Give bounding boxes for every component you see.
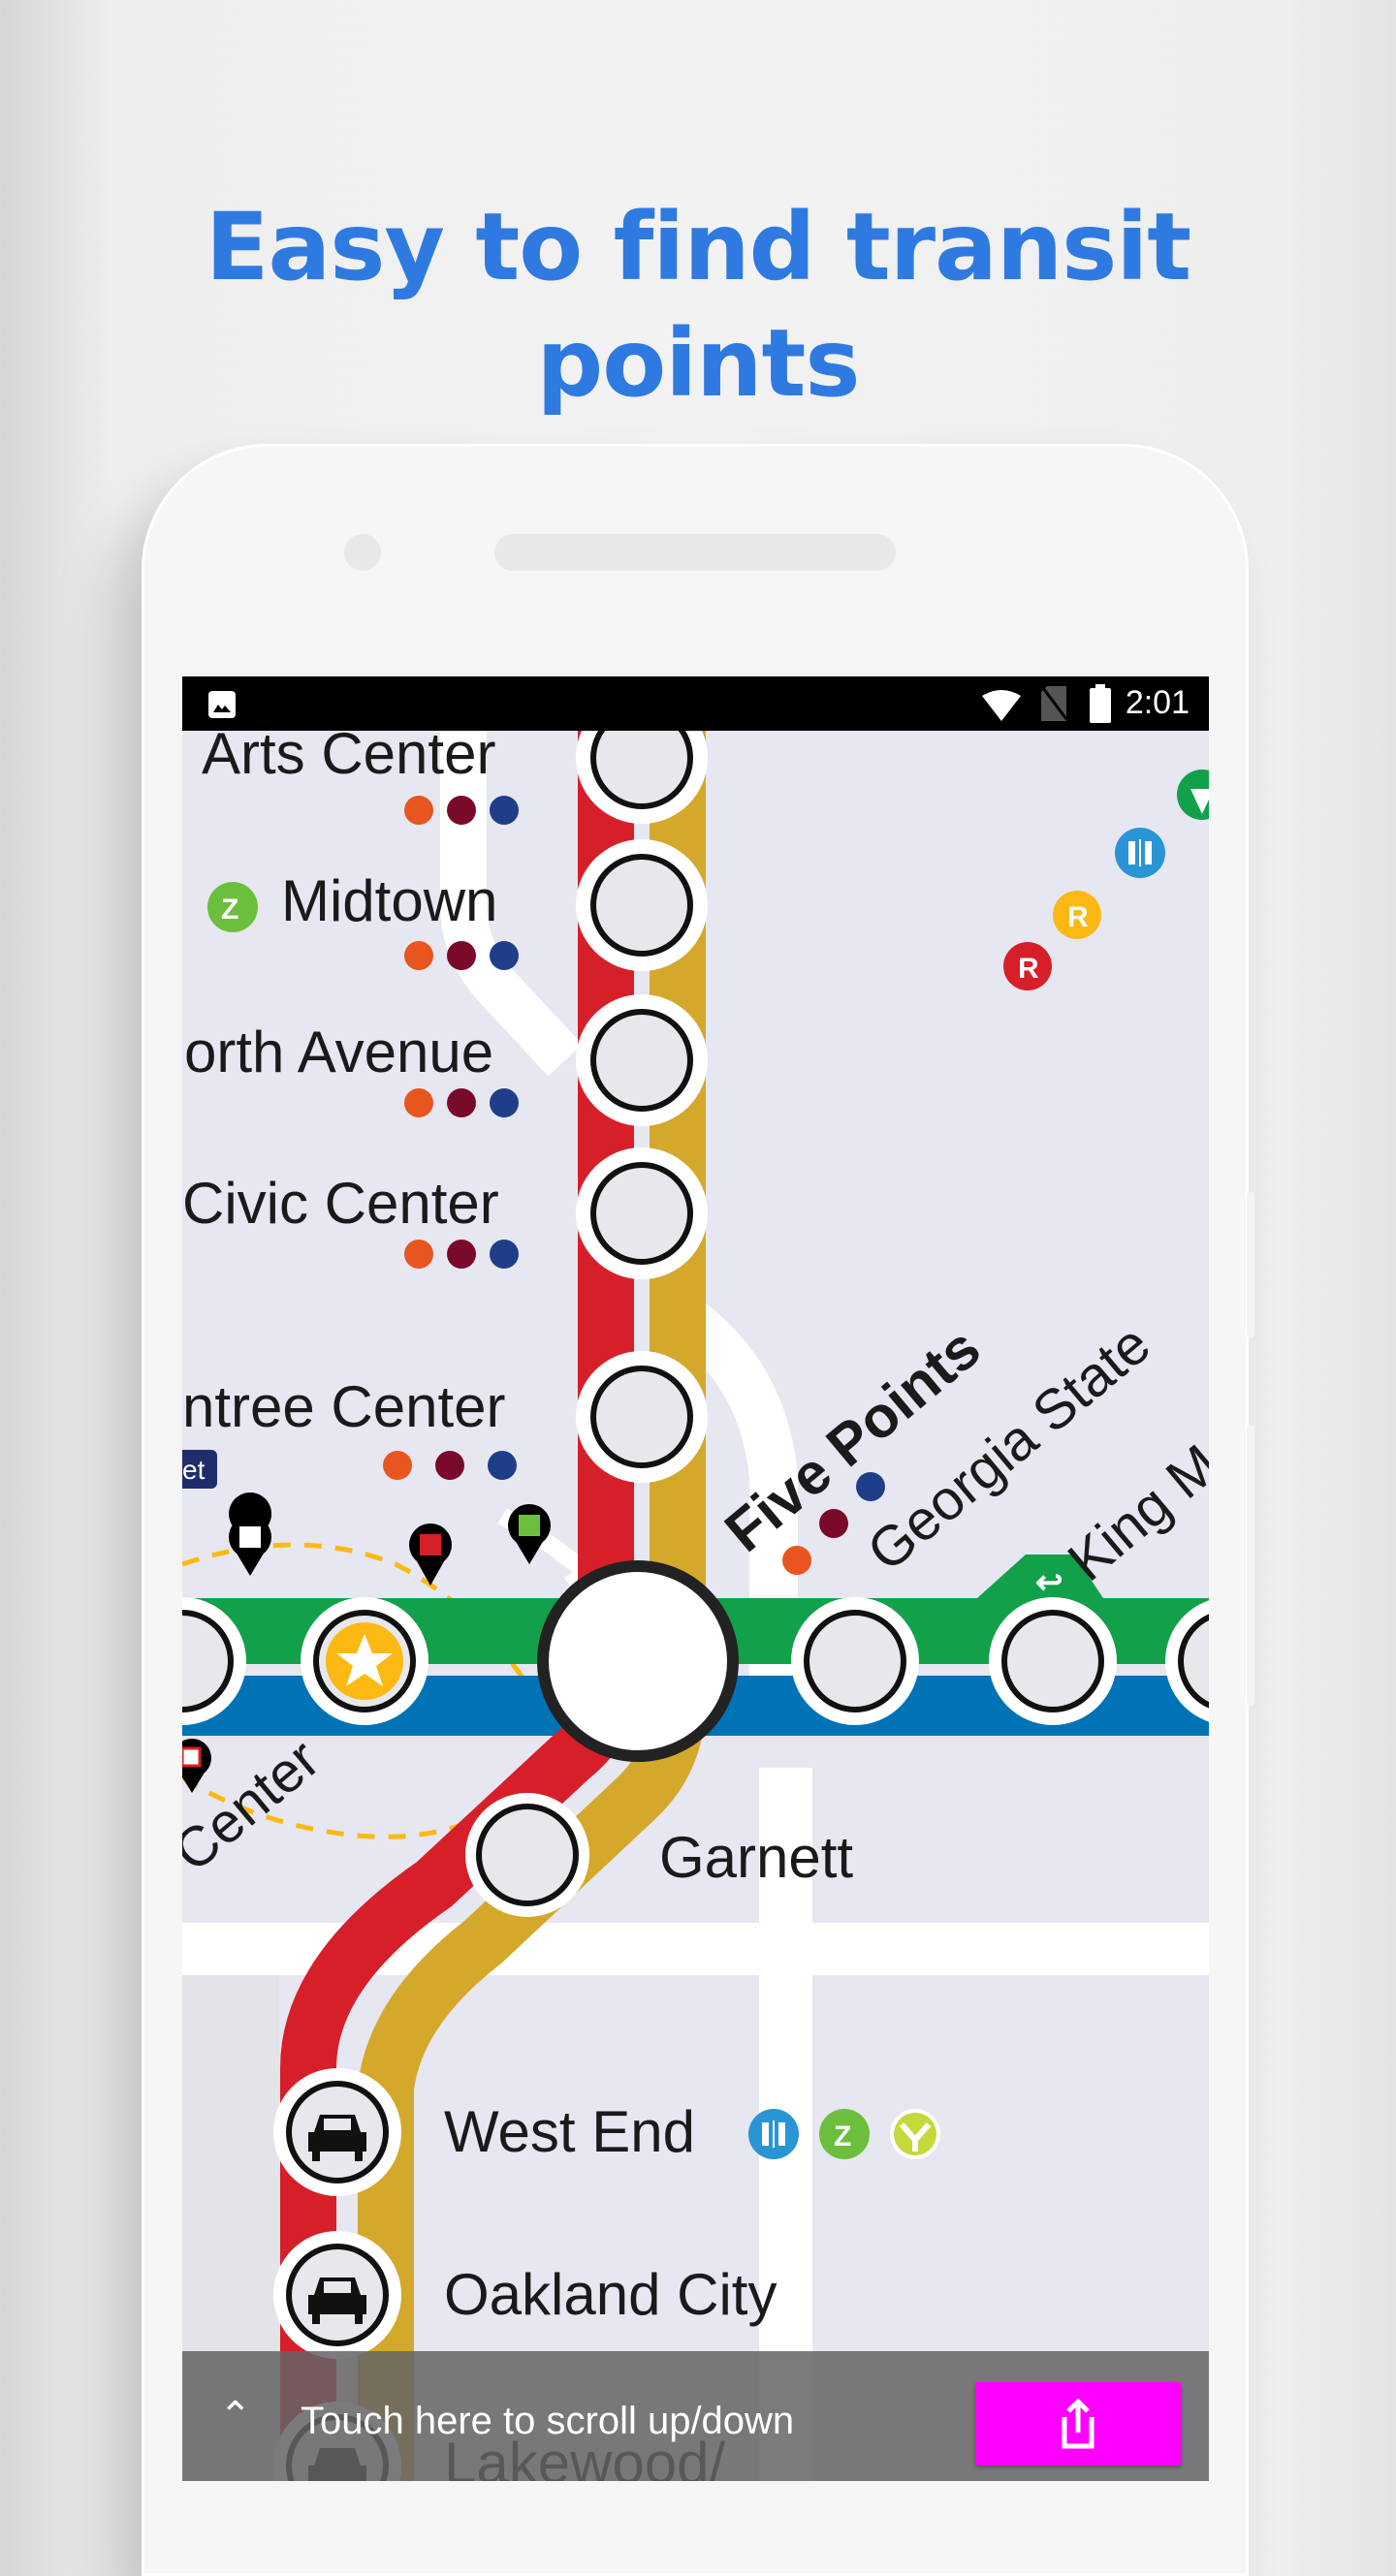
- label-peachtree-center: ntree Center: [182, 1374, 506, 1439]
- svg-text:Z: Z: [834, 2120, 851, 2152]
- station-oakland-city[interactable]: [273, 2231, 401, 2359]
- chevron-up-icon: ⌃: [219, 2395, 252, 2437]
- station-king-memorial[interactable]: [989, 1597, 1117, 1725]
- station-civic-center[interactable]: [576, 1147, 708, 1279]
- label-arts-center: Arts Center: [202, 731, 495, 786]
- streetcar-badge: et: [182, 1450, 217, 1489]
- headline: Easy to find transit points: [0, 189, 1396, 422]
- label-midtown: Midtown: [281, 868, 497, 933]
- station-star[interactable]: [301, 1597, 428, 1725]
- bus-dots-arts-center: [404, 796, 519, 825]
- label-north-avenue: orth Avenue: [184, 1020, 493, 1084]
- label-garnett: Garnett: [659, 1825, 853, 1890]
- transit-map[interactable]: ↩ Z et R R Z Arts Center Midtown orth Av…: [182, 731, 1209, 2481]
- restroom-icon: [1115, 828, 1165, 878]
- svg-text:R: R: [1067, 901, 1089, 933]
- station-north-avenue[interactable]: [576, 994, 708, 1126]
- bus-dots-north-avenue: [404, 1088, 519, 1117]
- svg-text:Z: Z: [221, 894, 238, 926]
- station-georgia-state[interactable]: [791, 1597, 919, 1725]
- phone-power-button: [1247, 1425, 1254, 1706]
- label-west-end: West End: [444, 2099, 695, 2164]
- station-garnett[interactable]: [465, 1793, 589, 1917]
- turnaround-icon: ↩: [1035, 1564, 1063, 1601]
- zipcar-icon: Z: [819, 2109, 870, 2159]
- svg-text:R: R: [1018, 953, 1039, 985]
- scroll-hint-text: Touch here to scroll up/down: [301, 2400, 795, 2442]
- phone-speaker: [494, 534, 896, 571]
- battery-icon: [1090, 684, 1111, 723]
- zipcar-icon: Z: [207, 882, 258, 932]
- red-rail-line-icon: R: [1003, 942, 1052, 990]
- relay-bike-icon: [890, 2109, 940, 2159]
- phone-camera: [344, 534, 381, 571]
- svg-text:et: et: [182, 1455, 206, 1485]
- status-bar: 2:01: [182, 676, 1209, 731]
- label-civic-center: Civic Center: [182, 1171, 499, 1236]
- station-peachtree-center[interactable]: [576, 1351, 708, 1483]
- status-time: 2:01: [1125, 684, 1190, 721]
- wifi-icon: [982, 690, 1021, 721]
- share-button[interactable]: [975, 2382, 1181, 2466]
- station-midtown[interactable]: [576, 839, 708, 971]
- restroom-icon: [748, 2109, 799, 2159]
- station-five-points[interactable]: [537, 1560, 739, 1762]
- bus-dots-midtown: [404, 941, 519, 970]
- image-notification-icon: [208, 691, 236, 718]
- phone-screen: 2:01 ↩ Z et R R Z Arts Center Midtown or…: [182, 676, 1209, 2481]
- gold-rail-line-icon: R: [1053, 891, 1101, 939]
- headline-line-2: points: [536, 309, 861, 418]
- scroll-toggle-bar[interactable]: ⌃ Touch here to scroll up/down: [182, 2351, 1209, 2481]
- bus-dots-civic-center: [404, 1240, 519, 1269]
- bus-dots-peachtree-center: [383, 1451, 517, 1480]
- phone-volume-button: [1247, 1192, 1254, 1337]
- headline-line-1: Easy to find transit: [205, 193, 1191, 301]
- label-oakland-city: Oakland City: [444, 2262, 777, 2327]
- share-icon: [1062, 2398, 1095, 2449]
- no-sim-icon: [1041, 686, 1068, 721]
- station-west-end[interactable]: [273, 2068, 401, 2196]
